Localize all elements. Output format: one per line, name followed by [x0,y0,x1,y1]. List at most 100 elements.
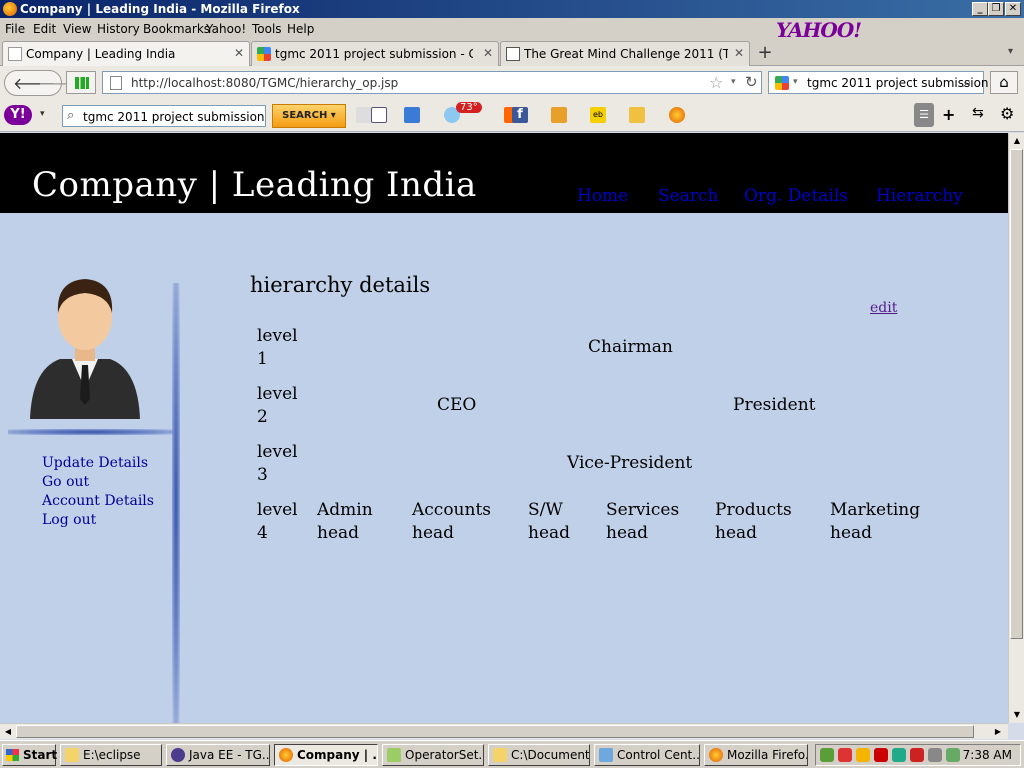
task-label: Company | ... [297,748,378,762]
bag-icon[interactable] [629,107,645,123]
horizontal-scroll-thumb[interactable] [16,725,974,738]
scroll-up-icon[interactable]: ▲ [1009,133,1024,149]
page-icon [8,47,22,61]
home-button[interactable]: ⌂ [990,71,1018,94]
close-window-button[interactable]: ✕ [1005,2,1021,16]
url-dropdown-icon[interactable]: ▾ [731,77,736,87]
menu-bookmarks[interactable]: Bookmarks [143,22,210,36]
tray-icon[interactable] [892,748,906,762]
facebook-icon[interactable]: f [512,107,528,123]
tab-company[interactable]: Company | Leading India ✕ [2,41,250,67]
gmail-tray-icon[interactable] [874,748,888,762]
add-icon[interactable]: + [942,105,955,124]
tab-strip: Company | Leading India ✕ tgmc 2011 proj… [0,40,1024,67]
browser-search-text: tgmc 2011 project submission [807,76,989,90]
hierarchy-node: Vice-President [567,453,693,473]
tray-icon[interactable] [910,748,924,762]
search-icon[interactable]: ⌕ [963,73,971,91]
menu-yahoo[interactable]: Yahoo! [206,22,246,36]
horizontal-scrollbar[interactable]: ◀ ▶ [0,723,1008,739]
notepad-icon[interactable] [371,107,387,123]
new-tab-button[interactable]: + [754,44,776,64]
gear-icon[interactable]: ⚙ [1000,104,1014,123]
scroll-left-icon[interactable]: ◀ [0,724,16,740]
tab-tgmc[interactable]: The Great Mind Challenge 2011 (TGMC 2...… [500,41,750,66]
minimize-button[interactable]: _ [972,2,988,16]
web-page: Company | Leading India Home Search Org.… [0,133,1008,723]
reload-icon[interactable]: ↻ [745,73,758,91]
close-tab-icon[interactable]: ✕ [483,46,493,60]
ebay-icon[interactable]: eb [590,107,606,123]
start-button[interactable]: Start [2,744,57,766]
back-forward-buttons[interactable]: 🡐 🡒 [4,70,81,96]
task-control-center[interactable]: Control Cent... [594,744,700,766]
menu-help[interactable]: Help [287,22,314,36]
yahoo-search-input[interactable]: ⌕ tgmc 2011 project submission [62,105,266,127]
google-icon [257,47,271,61]
engine-dropdown-icon[interactable]: ▾ [793,77,798,87]
menu-history[interactable]: History [97,22,140,36]
edit-link[interactable]: edit [870,300,897,316]
hierarchy-node: Marketing head [830,500,921,543]
menu-file[interactable]: File [5,22,25,36]
scroll-right-icon[interactable]: ▶ [990,724,1006,740]
tab-google-search[interactable]: tgmc 2011 project submission - Google S.… [251,41,499,66]
task-java-ee[interactable]: Java EE - TG... [166,744,270,766]
window-titlebar: Company | Leading India - Mozilla Firefo… [0,0,1024,18]
signal-button[interactable] [66,71,96,94]
yahoo-menu-icon[interactable]: Y! [4,105,32,125]
yahoo-search-button[interactable]: SEARCH ▾ [272,104,346,128]
tray-icon[interactable] [838,748,852,762]
menu-edit[interactable]: Edit [33,22,56,36]
tab-list-chevron-icon[interactable]: ▾ [1008,46,1013,57]
scroll-down-icon[interactable]: ▼ [1009,707,1024,723]
log-out-link[interactable]: Log out [42,512,96,528]
menu-tools[interactable]: Tools [252,22,282,36]
task-operatorset[interactable]: OperatorSet... [382,744,484,766]
browser-search-box[interactable]: ▾ tgmc 2011 project submission ⌕ [768,71,989,94]
update-details-link[interactable]: Update Details [42,455,148,471]
nav-home[interactable]: Home [577,186,628,206]
task-label: Control Cent... [617,748,700,762]
bookmark-star-icon[interactable]: ☆ [709,73,723,92]
task-mozilla-firefox[interactable]: Mozilla Firefo... [704,744,808,766]
signal-icon [75,77,89,89]
vertical-divider [172,283,180,723]
tray-icon[interactable] [820,748,834,762]
close-tab-icon[interactable]: ✕ [734,46,744,60]
task-documents[interactable]: C:\Document... [488,744,590,766]
yahoo-dropdown-icon[interactable]: ▾ [40,109,45,119]
hierarchy-node: S/W head [528,500,571,543]
list-icon[interactable]: ☰ [914,103,934,127]
nav-org-details[interactable]: Org. Details [744,186,848,206]
vertical-scroll-thumb[interactable] [1010,149,1023,639]
hierarchy-node: Accounts head [412,500,492,543]
flickr-icon[interactable] [551,107,567,123]
yahoo-search-text: tgmc 2011 project submission [83,110,265,124]
close-tab-icon[interactable]: ✕ [234,46,244,60]
toolbar-pencil-icon[interactable] [356,107,372,123]
folder-icon [65,748,79,762]
nav-hierarchy[interactable]: Hierarchy [876,186,963,206]
task-company[interactable]: Company | ... [274,744,378,766]
vertical-scrollbar[interactable]: ▲ ▼ [1008,133,1024,723]
hierarchy-node: Products head [715,500,792,543]
google-icon[interactable] [775,76,789,90]
menu-view[interactable]: View [63,22,91,36]
swap-icon[interactable]: ⇆ [972,105,984,121]
hierarchy-node: Chairman [588,337,673,357]
clock: 7:38 AM [962,748,1012,762]
account-details-link[interactable]: Account Details [42,493,154,509]
go-out-link[interactable]: Go out [42,474,89,490]
network-icon[interactable] [946,748,960,762]
level-label: level 4 [257,500,298,543]
restore-button[interactable]: ❐ [988,2,1004,16]
mail-icon[interactable] [404,107,420,123]
nav-search[interactable]: Search [658,186,718,206]
url-bar[interactable]: http://localhost:8080/TGMC/hierarchy_op.… [102,71,762,94]
task-eclipse-folder[interactable]: E:\eclipse [60,744,162,766]
tray-icon[interactable] [856,748,870,762]
speaker-icon[interactable] [928,748,942,762]
site-header: Company | Leading India Home Search Org.… [0,133,1008,213]
firefox-icon[interactable] [669,107,685,123]
